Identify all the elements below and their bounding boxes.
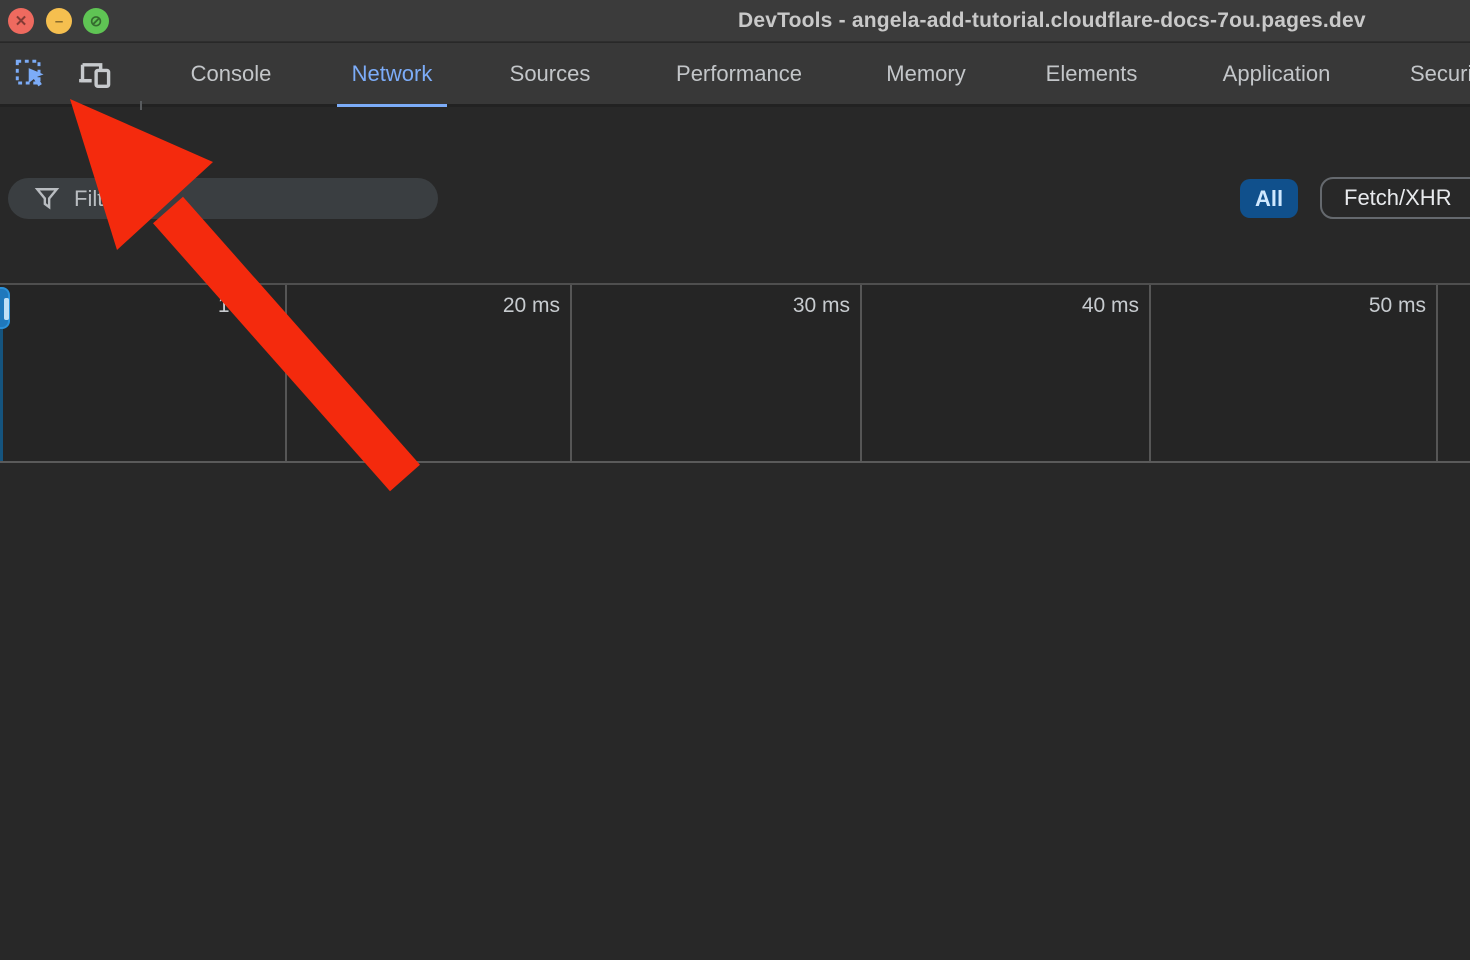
network-toolbar: Preserve log Disable cache No throttling: [0, 110, 1470, 168]
handle-grip: [4, 298, 9, 320]
tab-network-label: Network: [352, 61, 433, 87]
minimize-window-button[interactable]: –: [46, 8, 72, 34]
title-bar: ✕ – ⊘ DevTools - angela-add-tutorial.clo…: [0, 0, 1470, 42]
filter-input-container: [8, 178, 438, 219]
tab-memory-label: Memory: [886, 61, 965, 87]
zoom-window-button[interactable]: ⊘: [83, 8, 109, 34]
tab-application[interactable]: Application: [1205, 43, 1348, 104]
active-tab-underline: [337, 104, 447, 107]
inspect-element-button[interactable]: [14, 59, 48, 91]
timeline-column: 50 ms: [1151, 285, 1438, 461]
timeline-selection-handle[interactable]: [0, 287, 10, 329]
tab-console[interactable]: Console: [178, 43, 284, 104]
timeline-marker-line: [0, 329, 3, 461]
filter-bar: Invert Hide data URLs Hide extension URL…: [0, 168, 1470, 285]
timeline-column: 10 ms: [0, 285, 287, 461]
tab-security[interactable]: Security: [1410, 43, 1470, 104]
timeline-tick-label: 50 ms: [1369, 294, 1426, 317]
timeline-tick-label: 30 ms: [793, 294, 850, 317]
requests-empty-area: Recording network activity… Perform a re…: [0, 465, 1470, 960]
inspect-cursor-icon: [15, 59, 47, 91]
close-window-button[interactable]: ✕: [8, 8, 34, 34]
timeline-tick-label: 10 ms: [218, 294, 275, 317]
timeline-column: 20 ms: [287, 285, 572, 461]
tab-performance-label: Performance: [676, 61, 802, 87]
tab-console-label: Console: [191, 61, 272, 87]
tab-sources-label: Sources: [510, 61, 591, 87]
devtools-window: ✕ – ⊘ DevTools - angela-add-tutorial.clo…: [0, 0, 1470, 960]
devtools-tab-bar: Console Network Sources Performance Memo…: [0, 43, 1470, 107]
tab-application-label: Application: [1223, 61, 1331, 87]
filter-input[interactable]: [74, 186, 404, 212]
network-overview-timeline[interactable]: 10 ms 20 ms 30 ms 40 ms 50 ms: [0, 285, 1470, 463]
tab-elements-label: Elements: [1046, 61, 1138, 87]
timeline-column: 40 ms: [862, 285, 1151, 461]
tab-security-label: Security: [1410, 61, 1470, 87]
tab-network[interactable]: Network: [337, 43, 447, 104]
tab-sources[interactable]: Sources: [497, 43, 603, 104]
tab-performance[interactable]: Performance: [656, 43, 822, 104]
request-type-chip-all[interactable]: All: [1240, 179, 1298, 218]
window-title: DevTools - angela-add-tutorial.cloudflar…: [738, 9, 1366, 33]
tab-memory[interactable]: Memory: [874, 43, 978, 104]
toggle-device-toolbar-button[interactable]: [78, 59, 112, 91]
filter-funnel-outline-icon: [34, 186, 60, 212]
timeline-tick-label: 40 ms: [1082, 294, 1139, 317]
timeline-tick-label: 20 ms: [503, 294, 560, 317]
request-type-chip-fetch-xhr[interactable]: Fetch/XHR: [1320, 177, 1470, 219]
tab-elements[interactable]: Elements: [1033, 43, 1150, 104]
timeline-column: 30 ms: [572, 285, 862, 461]
device-toolbar-icon: [78, 59, 112, 91]
